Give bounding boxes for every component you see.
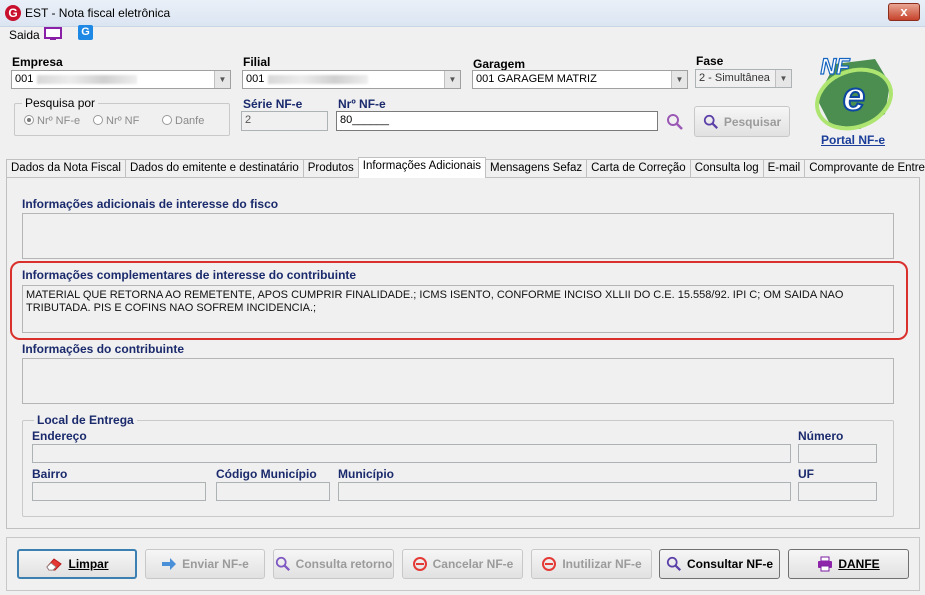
danfe-label: DANFE xyxy=(838,557,880,571)
search-icon[interactable] xyxy=(666,113,684,131)
printer-icon xyxy=(818,556,833,572)
radio-nr-nfe[interactable]: Nrº NF-e xyxy=(24,115,80,127)
close-button[interactable]: x xyxy=(888,3,920,21)
monitor-icon[interactable] xyxy=(44,27,62,41)
prohibited-icon xyxy=(542,557,557,571)
uf-label: UF xyxy=(798,467,814,481)
consulta-retorno-label: Consulta retorno xyxy=(295,557,393,571)
window-title: EST - Nota fiscal eletrônica xyxy=(25,6,171,20)
local-entrega-groupbox xyxy=(22,420,894,517)
endereco-field[interactable] xyxy=(32,444,791,463)
menu-saida[interactable]: Saida xyxy=(9,28,40,42)
nr-nfe-label: Nrº NF-e xyxy=(338,97,386,111)
cancelar-nfe-button[interactable]: Cancelar NF-e xyxy=(402,549,523,579)
tab-consulta-log[interactable]: Consulta log xyxy=(689,159,764,178)
fase-label: Fase xyxy=(696,54,724,68)
filial-select[interactable]: 001 ▼ xyxy=(242,70,461,89)
pesquisa-label: Pesquisa por xyxy=(22,96,99,110)
consultar-label: Consultar NF-e xyxy=(686,557,773,571)
prohibited-icon xyxy=(412,557,427,571)
numero-label: Número xyxy=(798,429,844,443)
chevron-down-icon[interactable]: ▼ xyxy=(775,70,791,87)
cancelar-label: Cancelar NF-e xyxy=(432,557,514,571)
fase-value: 2 - Simultânea xyxy=(699,72,770,84)
consulta-retorno-button[interactable]: Consulta retorno xyxy=(273,549,394,579)
app-logo-icon: G xyxy=(5,5,21,21)
arrow-right-icon xyxy=(162,558,177,570)
empresa-select[interactable]: 001 ▼ xyxy=(11,70,231,89)
tab-comprovante-entrega[interactable]: Comprovante de Entrega xyxy=(804,159,925,178)
eraser-icon xyxy=(46,558,63,571)
serie-field[interactable]: 2 xyxy=(241,111,328,131)
fisco-label: Informações adicionais de interesse do f… xyxy=(22,197,279,211)
portal-nfe-link[interactable]: Portal NF-e xyxy=(821,133,885,147)
serie-label: Série NF-e xyxy=(243,97,303,111)
fisco-memo[interactable] xyxy=(22,213,894,259)
nfe-logo-icon[interactable]: e NF xyxy=(805,44,903,144)
g-logo-icon[interactable]: G xyxy=(78,25,93,40)
municipio-label: Município xyxy=(338,467,394,481)
tab-dados-nota-fiscal[interactable]: Dados da Nota Fiscal xyxy=(6,159,126,178)
codigo-municipio-label: Código Município xyxy=(216,467,317,481)
contribuinte-memo[interactable] xyxy=(22,358,894,404)
inutilizar-nfe-button[interactable]: Inutilizar NF-e xyxy=(531,549,652,579)
enviar-nfe-button[interactable]: Enviar NF-e xyxy=(145,549,265,579)
tab-strip: Dados da Nota Fiscal Dados do emitente e… xyxy=(6,157,925,178)
empresa-label: Empresa xyxy=(12,55,63,69)
radio-nr-nf[interactable]: Nrº NF xyxy=(93,115,139,127)
empresa-value: 001 xyxy=(15,73,34,85)
garagem-select[interactable]: 001 GARAGEM MATRIZ ▼ xyxy=(472,70,688,89)
tab-dados-emitente[interactable]: Dados do emitente e destinatário xyxy=(124,159,304,178)
bairro-label: Bairro xyxy=(32,467,68,481)
fase-select[interactable]: 2 - Simultânea ▼ xyxy=(695,69,792,88)
tab-mensagens-sefaz[interactable]: Mensagens Sefaz xyxy=(485,159,588,178)
search-icon xyxy=(703,114,718,129)
uf-field[interactable] xyxy=(798,482,877,501)
inutilizar-label: Inutilizar NF-e xyxy=(562,557,642,571)
radio-selected-icon xyxy=(24,115,34,125)
tab-email[interactable]: E-mail xyxy=(762,159,806,178)
tab-informacoes-adicionais[interactable]: Informações Adicionais xyxy=(357,157,487,178)
enviar-label: Enviar NF-e xyxy=(182,557,249,571)
endereco-label: Endereço xyxy=(32,429,87,443)
garagem-label: Garagem xyxy=(473,57,526,71)
filial-value: 001 xyxy=(246,73,265,85)
numero-field[interactable] xyxy=(798,444,877,463)
chevron-down-icon[interactable]: ▼ xyxy=(214,71,230,88)
search-icon xyxy=(666,556,681,572)
codigo-municipio-field[interactable] xyxy=(216,482,330,501)
local-entrega-title: Local de Entrega xyxy=(34,413,137,427)
garagem-value: 001 GARAGEM MATRIZ xyxy=(476,73,597,85)
pesquisar-button[interactable]: Pesquisar xyxy=(694,106,790,137)
search-icon xyxy=(275,556,290,572)
municipio-field[interactable] xyxy=(338,482,791,501)
consultar-nfe-button[interactable]: Consultar NF-e xyxy=(659,549,780,579)
chevron-down-icon[interactable]: ▼ xyxy=(444,71,460,88)
empresa-redacted xyxy=(37,74,138,84)
limpar-label: Limpar xyxy=(68,557,109,571)
tab-carta-correcao[interactable]: Carta de Correção xyxy=(586,159,691,178)
pesquisar-label: Pesquisar xyxy=(723,114,782,129)
nr-nfe-input[interactable]: 80______ xyxy=(336,111,658,131)
svg-text:NF: NF xyxy=(820,54,850,79)
limpar-button[interactable]: Limpar xyxy=(17,549,137,579)
radio-icon xyxy=(162,115,172,125)
filial-redacted xyxy=(268,74,369,84)
radio-icon xyxy=(93,115,103,125)
chevron-down-icon[interactable]: ▼ xyxy=(671,71,687,88)
filial-label: Filial xyxy=(243,55,271,69)
contribuinte-label: Informações do contribuinte xyxy=(22,342,185,356)
danfe-button[interactable]: DANFE xyxy=(788,549,909,579)
radio-danfe[interactable]: Danfe xyxy=(162,115,204,127)
highlight-annotation xyxy=(10,261,908,340)
bairro-field[interactable] xyxy=(32,482,206,501)
tab-produtos[interactable]: Produtos xyxy=(302,159,359,178)
svg-text:e: e xyxy=(843,75,865,119)
